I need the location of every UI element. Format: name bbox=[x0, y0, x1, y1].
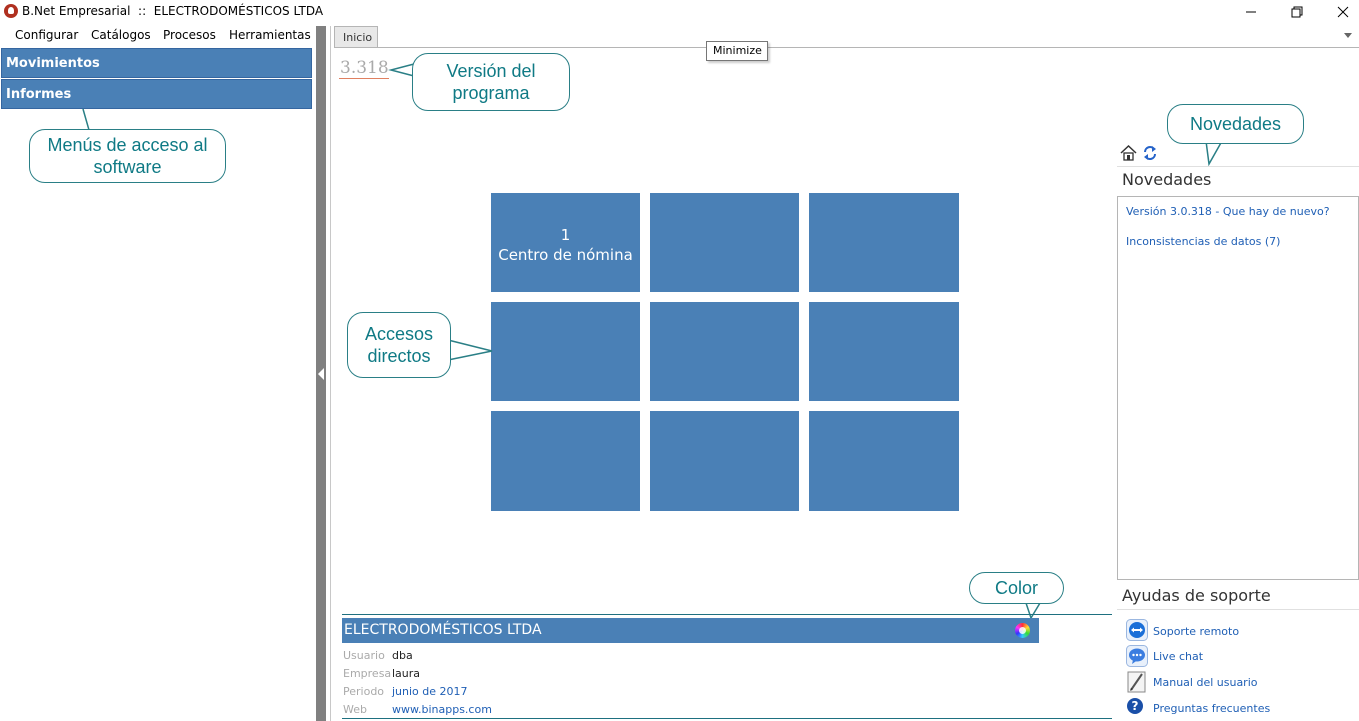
tile-number: 1 bbox=[560, 226, 571, 244]
info-value-web[interactable]: www.binapps.com bbox=[392, 703, 492, 716]
minimize-icon bbox=[1246, 11, 1256, 13]
support-item-remote[interactable]: Soporte remoto bbox=[1153, 625, 1239, 638]
window-title: B.Net Empresarial :: ELECTRODOMÉSTICOS L… bbox=[22, 4, 324, 18]
tile-7[interactable] bbox=[491, 411, 640, 511]
tab-inicio[interactable]: Inicio bbox=[334, 26, 378, 47]
news-list bbox=[1117, 196, 1359, 580]
app-logo-icon bbox=[4, 4, 18, 18]
chat-icon[interactable] bbox=[1126, 645, 1148, 667]
company-bottom-line bbox=[342, 718, 1112, 719]
support-item-faq[interactable]: Preguntas frecuentes bbox=[1153, 702, 1270, 715]
info-label-empresa: Empresa bbox=[343, 667, 392, 680]
news-item[interactable]: Versión 3.0.318 - Que hay de nuevo? bbox=[1126, 205, 1330, 218]
maximize-button[interactable] bbox=[1274, 0, 1320, 24]
minimize-button[interactable] bbox=[1228, 0, 1274, 24]
callout-accesos-text: Accesos directos bbox=[364, 324, 434, 366]
color-picker-icon[interactable] bbox=[1015, 623, 1030, 638]
tile-1[interactable]: 1 Centro de nómina bbox=[491, 193, 640, 292]
divider bbox=[330, 26, 331, 721]
info-value-usuario: dba bbox=[392, 649, 413, 662]
info-label-usuario: Usuario bbox=[343, 649, 385, 662]
news-title: Novedades bbox=[1122, 170, 1212, 189]
info-value-empresa: laura bbox=[392, 667, 421, 680]
callout-version-text: Versión del programa bbox=[446, 61, 536, 103]
close-button[interactable] bbox=[1320, 0, 1359, 24]
manual-icon[interactable] bbox=[1126, 671, 1148, 693]
support-separator bbox=[1117, 609, 1359, 610]
tile-4[interactable] bbox=[491, 302, 640, 401]
news-separator bbox=[1117, 166, 1359, 167]
home-icon[interactable] bbox=[1120, 144, 1137, 161]
svg-text:?: ? bbox=[1132, 699, 1139, 713]
collapse-arrow-icon[interactable] bbox=[318, 368, 324, 380]
info-value-periodo[interactable]: junio de 2017 bbox=[392, 685, 468, 698]
callout-accesos: Accesos directos bbox=[347, 312, 451, 378]
menu-configurar[interactable]: Configurar bbox=[15, 28, 78, 42]
tile-8[interactable] bbox=[650, 411, 799, 511]
restore-icon bbox=[1291, 6, 1303, 18]
tile-6[interactable] bbox=[809, 302, 959, 401]
news-item[interactable]: Inconsistencias de datos (7) bbox=[1126, 235, 1280, 248]
callout-novedades-pointer bbox=[1205, 140, 1223, 167]
tooltip: Minimize bbox=[706, 41, 768, 61]
version-underline bbox=[339, 78, 389, 79]
callout-color: Color bbox=[969, 572, 1064, 604]
company-top-line bbox=[342, 614, 1112, 615]
close-icon bbox=[1337, 6, 1349, 18]
nav-movimientos[interactable]: Movimientos bbox=[1, 48, 312, 78]
version-label: 3.318 bbox=[340, 58, 389, 78]
tab-dropdown-icon[interactable] bbox=[1344, 33, 1352, 38]
callout-novedades: Novedades bbox=[1167, 104, 1304, 144]
support-title: Ayudas de soporte bbox=[1122, 586, 1271, 605]
tile-2[interactable] bbox=[650, 193, 799, 292]
menu-herramientas[interactable]: Herramientas bbox=[229, 28, 311, 42]
company-name-bar: ELECTRODOMÉSTICOS LTDA bbox=[342, 618, 1039, 643]
nav-informes[interactable]: Informes bbox=[1, 79, 312, 109]
tile-label: Centro de nómina bbox=[498, 246, 633, 264]
info-label-periodo: Periodo bbox=[343, 685, 385, 698]
menu-procesos[interactable]: Procesos bbox=[163, 28, 216, 42]
support-item-manual[interactable]: Manual del usuario bbox=[1153, 676, 1258, 689]
callout-version: Versión del programa bbox=[412, 53, 570, 111]
info-label-web: Web bbox=[343, 703, 367, 716]
help-icon[interactable]: ? bbox=[1126, 697, 1144, 715]
tab-strip-line bbox=[334, 47, 1359, 48]
menu-catalogos[interactable]: Catálogos bbox=[91, 28, 151, 42]
callout-menus: Menús de acceso al software bbox=[29, 129, 226, 183]
tile-5[interactable] bbox=[650, 302, 799, 401]
tile-9[interactable] bbox=[809, 411, 959, 511]
support-item-chat[interactable]: Live chat bbox=[1153, 650, 1203, 663]
teamviewer-icon[interactable] bbox=[1126, 619, 1148, 641]
tile-3[interactable] bbox=[809, 193, 959, 292]
refresh-icon[interactable] bbox=[1143, 145, 1157, 161]
